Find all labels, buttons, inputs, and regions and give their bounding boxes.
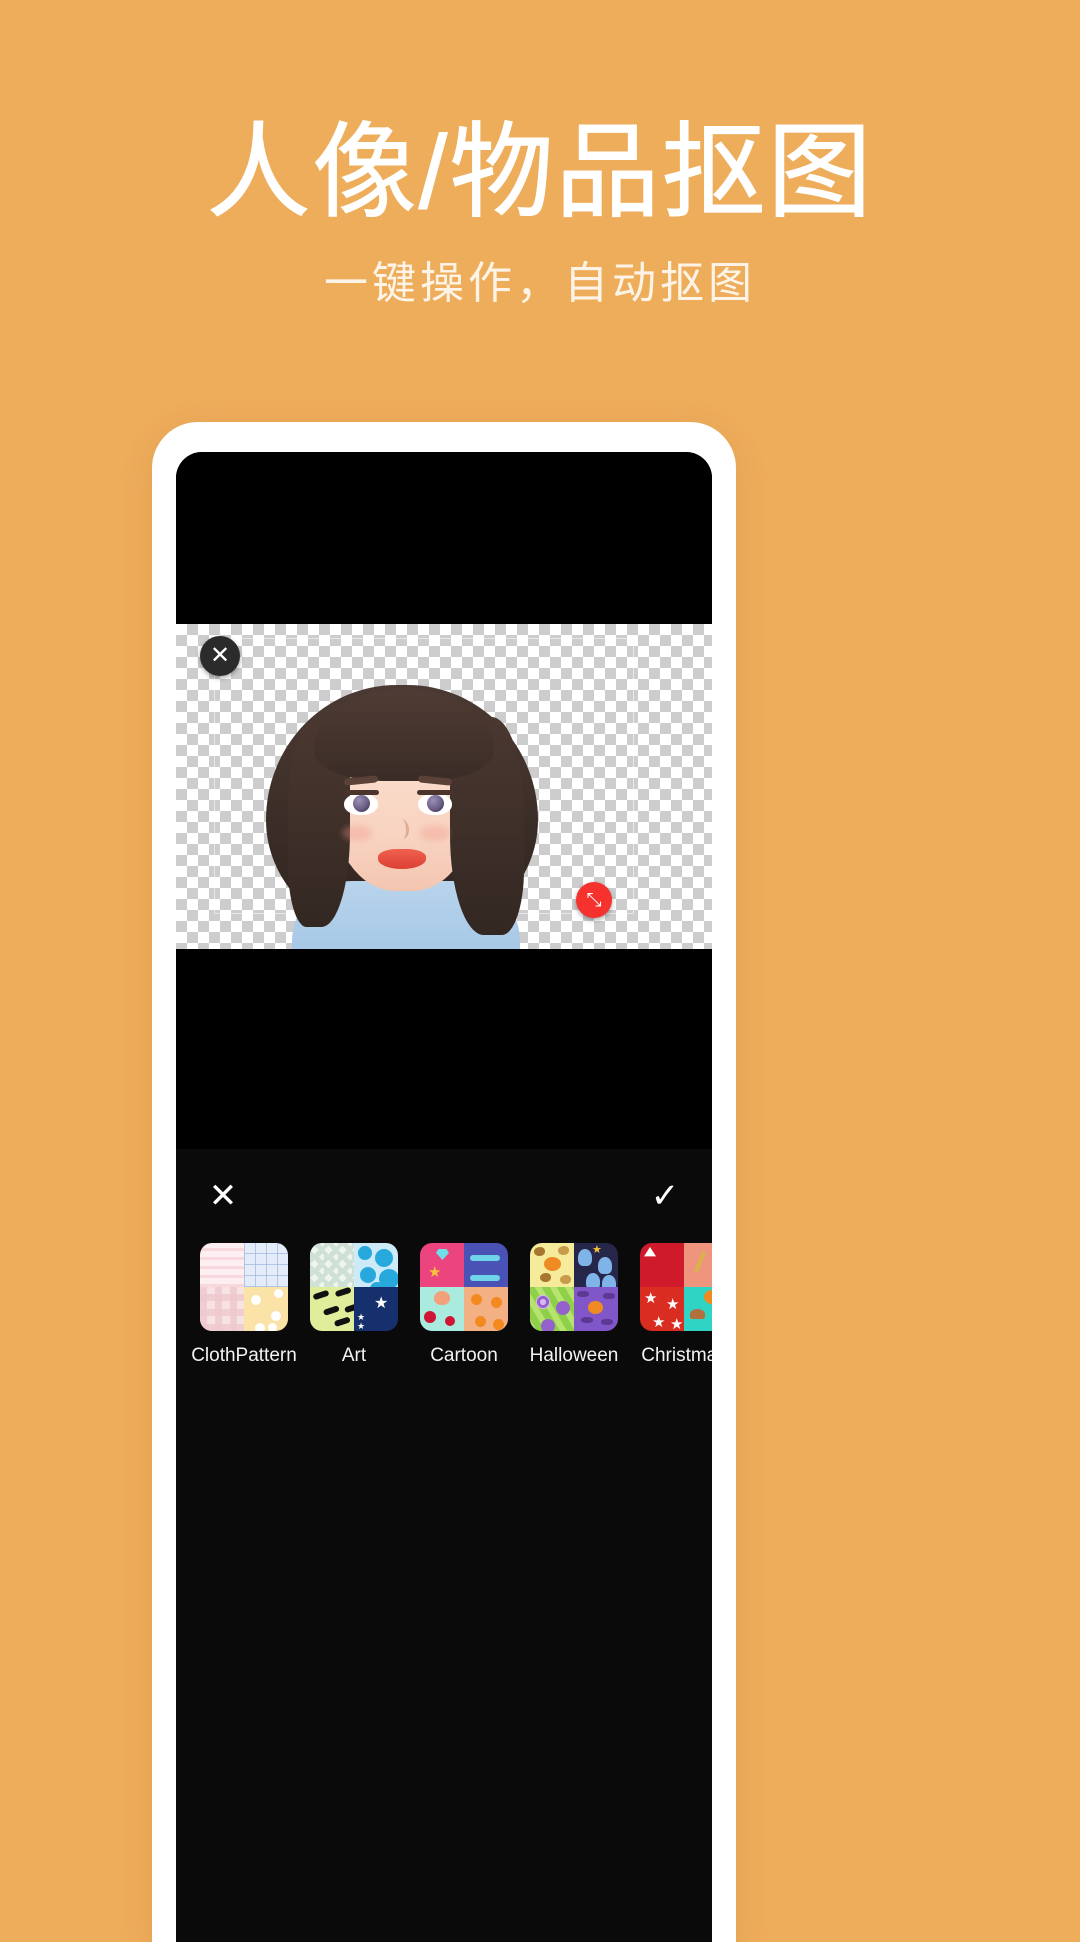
pattern-swatch <box>640 1287 684 1331</box>
portrait-illustration <box>214 659 596 949</box>
pattern-swatch <box>464 1287 508 1331</box>
app-middle-gap <box>176 949 712 1149</box>
thumbnail-label: Cartoon <box>430 1345 498 1366</box>
eyelid-right <box>417 790 453 795</box>
thumbnail-label: Art <box>341 1345 367 1366</box>
eyelid-left <box>343 790 379 795</box>
background-picker-panel: ✕ ✓ ClothPattern ★ ★ ★ Art ★ Cartoon ★ H… <box>176 1149 712 1942</box>
pattern-swatch <box>530 1243 574 1287</box>
thumbnail-preview[interactable] <box>310 1243 398 1331</box>
pattern-swatch <box>244 1243 288 1287</box>
iris-left <box>353 795 370 812</box>
lips <box>378 849 426 869</box>
page-subtitle: 一键操作，自动抠图 <box>324 259 756 308</box>
resize-layer-handle[interactable]: ⤡ <box>576 882 612 918</box>
check-icon: ✓ <box>650 1177 680 1215</box>
transparent-checkerboard-canvas[interactable]: ✕ ⤡ <box>176 624 712 949</box>
pattern-swatch <box>244 1287 288 1331</box>
thumbnail-label: Halloween <box>529 1345 619 1366</box>
promo-header: 人像/物品抠图 一键操作，自动抠图 <box>0 0 1080 420</box>
close-icon: ✕ <box>209 642 231 669</box>
thumbnail-preview[interactable] <box>200 1243 288 1331</box>
thumbnail-preview[interactable] <box>640 1243 712 1331</box>
pattern-swatch <box>354 1287 398 1331</box>
phone-mockup-frame: ✕ ⤡ ✕ ✓ ClothPattern ★ ★ ★ Art ★ Cartoon… <box>152 422 736 1942</box>
list-item[interactable]: Christmas <box>640 1243 712 1433</box>
phone-screen: ✕ ⤡ ✕ ✓ ClothPattern ★ ★ ★ Art ★ Cartoon… <box>176 452 712 1942</box>
thumbnail-label: ClothPattern <box>191 1345 297 1366</box>
cutout-portrait-image[interactable] <box>214 659 596 949</box>
cancel-button[interactable]: ✕ <box>200 1173 246 1219</box>
pattern-swatch <box>574 1287 618 1331</box>
eye-right <box>418 793 452 815</box>
list-item[interactable]: Cartoon <box>420 1243 508 1433</box>
pattern-swatch <box>420 1243 464 1287</box>
pattern-swatch <box>640 1243 684 1287</box>
list-item[interactable]: Art <box>310 1243 398 1433</box>
delete-layer-icon[interactable]: ✕ <box>200 636 240 676</box>
close-icon: ✕ <box>208 1177 238 1215</box>
list-item[interactable]: ClothPattern <box>191 1243 297 1433</box>
resize-arrows-icon: ⤡ <box>586 889 602 911</box>
pattern-swatch <box>310 1243 354 1287</box>
nose <box>395 819 409 839</box>
page-title: 人像/物品抠图 <box>206 115 874 231</box>
pattern-swatch <box>684 1287 712 1331</box>
list-item[interactable]: Halloween <box>530 1243 618 1433</box>
pattern-swatch <box>310 1287 354 1331</box>
eye-left <box>344 793 378 815</box>
cheek-right <box>420 825 450 841</box>
pattern-swatch <box>354 1243 398 1287</box>
editor-toolbar: ✕ ✓ <box>176 1149 712 1235</box>
confirm-button[interactable]: ✓ <box>642 1173 688 1219</box>
pattern-swatch <box>464 1243 508 1287</box>
pattern-swatch <box>530 1287 574 1331</box>
pattern-swatch <box>200 1287 244 1331</box>
background-category-strip[interactable]: ClothPattern Art <box>176 1243 712 1433</box>
iris-right <box>427 795 444 812</box>
pattern-swatch <box>200 1243 244 1287</box>
pattern-swatch <box>684 1243 712 1287</box>
thumbnail-preview[interactable] <box>530 1243 618 1331</box>
pattern-swatch <box>420 1287 464 1331</box>
pattern-swatch <box>574 1243 618 1287</box>
thumbnail-label: Christmas <box>641 1345 712 1366</box>
app-top-bar <box>176 452 712 624</box>
cheek-left <box>342 825 372 841</box>
thumbnail-preview[interactable] <box>420 1243 508 1331</box>
